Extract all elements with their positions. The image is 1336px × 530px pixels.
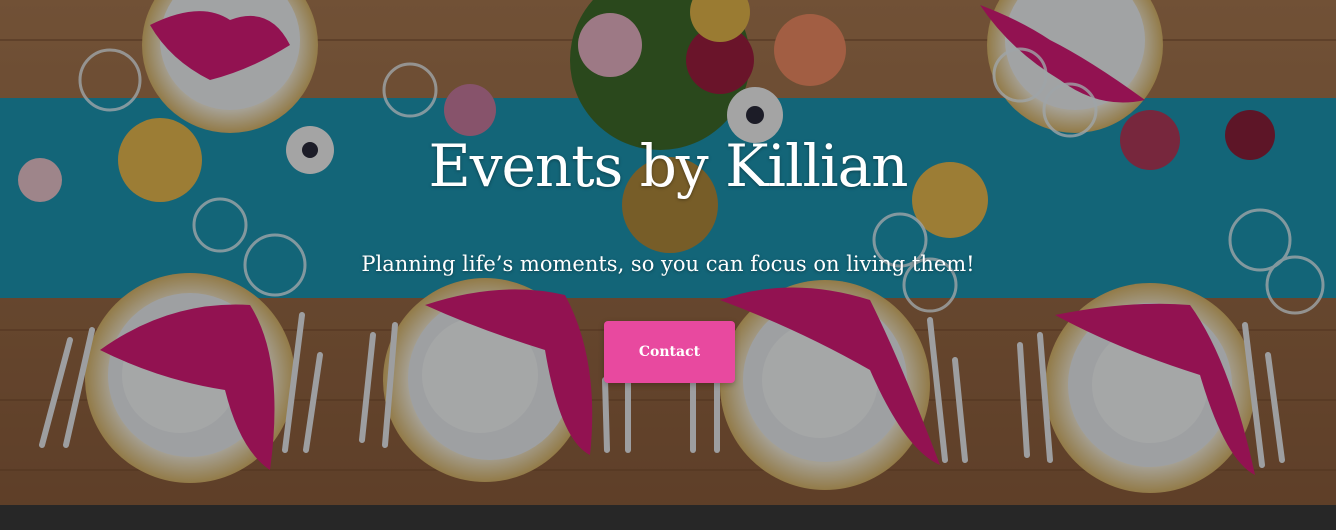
hero-section: Events by Killian Planning life’s moment… — [0, 0, 1336, 530]
hero-title: Events by Killian — [428, 132, 908, 200]
hero-tagline: Planning life’s moments, so you can focu… — [361, 252, 975, 276]
contact-button[interactable]: Contact — [604, 321, 735, 383]
